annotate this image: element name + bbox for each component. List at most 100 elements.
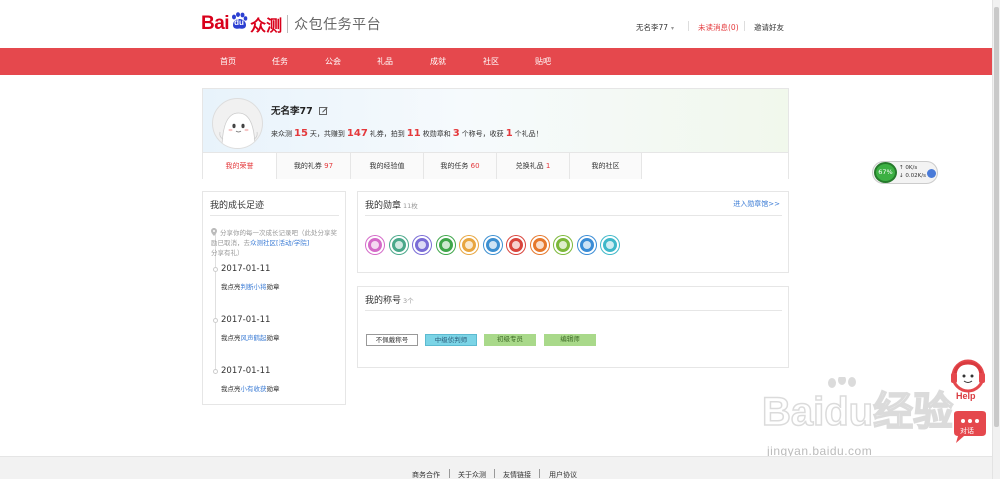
person-medal-icon[interactable] xyxy=(483,236,502,254)
username: 无名李77 xyxy=(636,23,669,32)
header-divider xyxy=(744,21,745,31)
scrollbar-thumb[interactable] xyxy=(994,7,999,427)
tab-label: 我的社区 xyxy=(591,162,620,170)
footer-business-link[interactable]: 商务合作 xyxy=(412,470,440,479)
accelerate-icon[interactable] xyxy=(927,169,936,178)
network-speed-widget[interactable]: 67% ↑ 0K/s ↓ 0.02K/s xyxy=(872,161,938,184)
tab-redeem-gifts[interactable]: 兑换礼品 1 xyxy=(497,153,570,179)
footer-friend-links[interactable]: 友情链接 xyxy=(503,470,531,479)
stats-text: 枚勋章和 xyxy=(422,130,451,138)
people-medal-icon[interactable] xyxy=(530,236,549,254)
profile-card: 无名李77 来众测 15 天，共赚到 147 礼券，拍到 11 枚勋章和 3 个称号，收获 1 个礼… xyxy=(202,88,789,179)
stats-gifts: 1 xyxy=(505,128,513,139)
profile-name-text: 无名李77 xyxy=(271,106,313,117)
face-medal-icon[interactable] xyxy=(460,236,478,254)
footer-agreement-link[interactable]: 用户协议 xyxy=(549,470,577,479)
timeline-entry: 我点亮小有收获勋章 xyxy=(221,383,280,393)
timeline-entry: 我点亮风声鹤起勋章 xyxy=(221,332,280,342)
title-tag-intermediate[interactable]: 中级侦判师 xyxy=(425,334,477,346)
baidu-zhongce-logo[interactable]: Bai du 众测 众包任务平台 xyxy=(201,10,381,38)
entry-text: 勋章 xyxy=(266,385,280,393)
growth-footprint-panel: 我的成长足迹 分享你的每一次成长记录吧（此处分享奖励已取消，去众测社区[活动/学… xyxy=(202,191,346,405)
stats-days: 15 xyxy=(294,128,308,139)
nav-tieba[interactable]: 贴吧 xyxy=(535,48,551,75)
entry-text: 勋章 xyxy=(266,283,280,291)
nav-gifts[interactable]: 礼品 xyxy=(377,48,393,75)
platform-name: 众包任务平台 xyxy=(294,17,382,33)
entry-text: 我点亮 xyxy=(221,334,241,342)
title-tag-editor[interactable]: 编辑师 xyxy=(544,334,596,346)
wave-medal-icon[interactable] xyxy=(507,236,525,254)
profile-stats: 来众测 15 天，共赚到 147 礼券，拍到 11 枚勋章和 3 个称号，收获 1 个礼品！ xyxy=(271,128,543,139)
header-divider xyxy=(688,21,689,31)
tab-experience[interactable]: 我的经验值 xyxy=(351,153,424,179)
title-tag-junior[interactable]: 初级专员 xyxy=(484,334,536,346)
location-pin-icon xyxy=(211,228,217,236)
bag-medal-icon[interactable] xyxy=(601,236,619,254)
page-header: Bai du 众测 众包任务平台 无名李77 ▾ 未读消息(0) 邀请好友 xyxy=(0,0,1000,48)
tab-coupons[interactable]: 我的礼券 97 xyxy=(277,153,351,179)
timeline-dot xyxy=(213,267,218,272)
profile-tabs: 我的荣誉 我的礼券 97 我的经验值 我的任务 60 兑换礼品 1 我的社区 xyxy=(203,152,788,179)
download-speed: ↓ 0.02K/s xyxy=(899,173,926,179)
timeline-dot xyxy=(213,318,218,323)
chair-medal-icon[interactable] xyxy=(389,236,408,254)
entry-text: 勋章 xyxy=(266,334,280,342)
paper-plane-medal-icon[interactable] xyxy=(366,236,384,254)
help-button[interactable]: Help xyxy=(946,357,991,403)
divider xyxy=(210,215,339,216)
help-label: Help xyxy=(956,391,976,401)
watermark-brand: Baidu经验 xyxy=(762,390,953,434)
wrench-medal-icon[interactable] xyxy=(413,236,431,254)
nav-guild[interactable]: 公会 xyxy=(325,48,341,75)
tab-honor[interactable]: 我的荣誉 xyxy=(203,153,277,179)
medal-link[interactable]: 小有收获 xyxy=(241,385,267,393)
chat-button[interactable]: 对话 xyxy=(950,410,990,444)
medal-link[interactable]: 判断小将 xyxy=(241,283,267,291)
medals-panel: 我的勋章 11枚 进入勋章馆>> xyxy=(357,191,789,273)
frog-medal-icon[interactable] xyxy=(436,236,455,254)
tab-label: 我的经验值 xyxy=(369,162,405,170)
footer-divider xyxy=(494,469,495,478)
divider xyxy=(365,310,782,311)
chevron-down-icon: ▾ xyxy=(671,25,675,32)
medal-link[interactable]: 风声鹤起 xyxy=(241,334,267,342)
medal-hall-link[interactable]: 进入勋章馆>> xyxy=(733,199,780,209)
edit-icon[interactable] xyxy=(319,106,328,115)
nav-home[interactable]: 首页 xyxy=(220,48,236,75)
nav-achievements[interactable]: 成就 xyxy=(430,48,446,75)
footer-divider xyxy=(449,469,450,478)
avatar[interactable] xyxy=(212,98,263,149)
chat-label: 对话 xyxy=(960,426,974,435)
gun-medal-icon[interactable] xyxy=(577,236,596,254)
tab-label: 我的礼券 xyxy=(293,162,325,170)
tab-label: 我的荣誉 xyxy=(225,162,254,170)
stats-text: 礼券，拍到 xyxy=(369,130,405,138)
user-menu[interactable]: 无名李77 ▾ xyxy=(636,22,674,33)
titles-count: 3个 xyxy=(403,297,414,305)
growth-title: 我的成长足迹 xyxy=(210,201,265,211)
tab-my-community[interactable]: 我的社区 xyxy=(570,153,642,179)
nav-tasks[interactable]: 任务 xyxy=(272,48,288,75)
logo-zhongce-text: 众测 xyxy=(250,16,283,35)
upload-speed: ↑ 0K/s xyxy=(899,165,918,171)
nav-community[interactable]: 社区 xyxy=(483,48,499,75)
tab-my-tasks[interactable]: 我的任务 60 xyxy=(424,153,497,179)
title-tag-none[interactable]: 不佩戴称号 xyxy=(366,334,418,346)
titles-panel: 我的称号 3个 不佩戴称号 中级侦判师 初级专员 编辑师 xyxy=(357,286,789,368)
stats-coupons: 147 xyxy=(346,128,368,139)
logo-du-text: du xyxy=(234,18,244,27)
leaf-medal-icon[interactable] xyxy=(554,236,572,254)
timeline-date: 2017-01-11 xyxy=(221,264,271,274)
footer-divider xyxy=(539,469,540,478)
tabs-filler xyxy=(642,153,788,179)
tab-count: 1 xyxy=(545,162,551,170)
page-scrollbar[interactable] xyxy=(992,0,1000,479)
medals-title: 我的勋章 11枚 xyxy=(365,198,418,211)
stats-titles: 3 xyxy=(452,128,460,139)
unread-messages-link[interactable]: 未读消息(0) xyxy=(698,22,739,33)
baidu-jingyan-watermark: Baidu经验 xyxy=(761,375,962,452)
invite-friends-link[interactable]: 邀请好友 xyxy=(754,22,784,33)
footer-about-link[interactable]: 关于众测 xyxy=(458,470,486,479)
community-activity-link[interactable]: 众测社区[活动/学院] xyxy=(250,239,309,247)
